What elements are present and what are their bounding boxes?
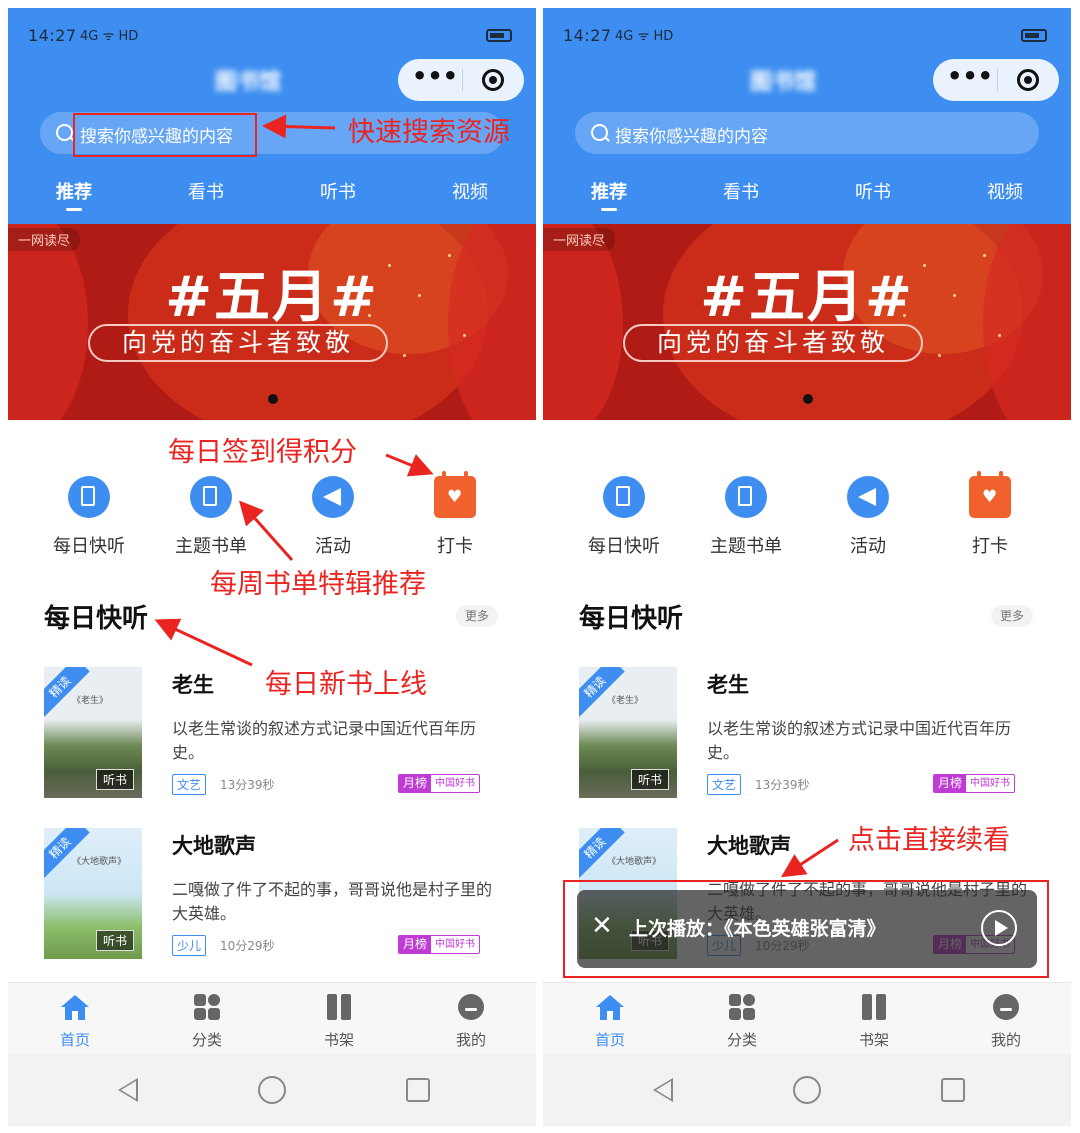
arrow-line: [385, 453, 434, 477]
annotation-checkin: 每日签到得积分: [168, 437, 357, 468]
annotation-resume: 点击直接续看: [848, 825, 1010, 856]
annotation-search: 快速搜索资源: [348, 117, 510, 148]
annotation-daily: 每日新书上线: [265, 669, 427, 700]
arrow-line: [154, 618, 253, 667]
arrow-line: [262, 114, 336, 139]
annotation-arrows: [154, 114, 839, 878]
annotation-booklist: 每周书单特辑推荐: [210, 569, 426, 600]
arrow-line: [780, 838, 839, 878]
arrow-line: [239, 500, 294, 561]
